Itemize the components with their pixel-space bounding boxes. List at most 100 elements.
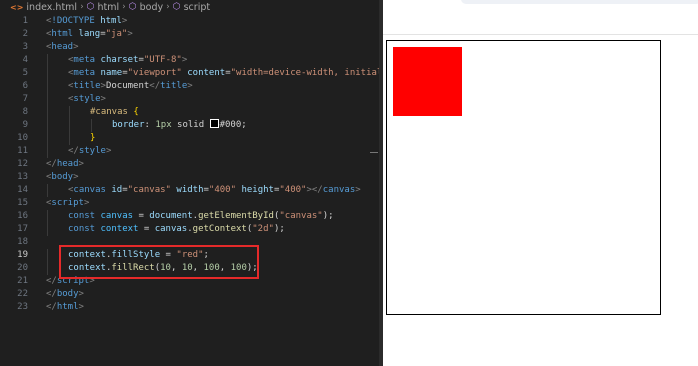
code-token: style — [78, 146, 106, 156]
line-number: 21 — [17, 276, 28, 286]
code-token: name — [100, 68, 123, 78]
address-bar[interactable] — [461, 0, 698, 4]
code-line[interactable]: 15 <script> — [0, 197, 380, 210]
code-line[interactable]: 1 <!DOCTYPE html> — [0, 15, 380, 28]
code-editor[interactable]: <> index.html › ⬡ html › ⬡ body › ⬡ script 1 <!DOCT… — [0, 0, 380, 366]
breadcrumb-item-body[interactable]: ⬡ body — [129, 2, 163, 13]
line-number: 8 — [22, 107, 28, 117]
code-token: "width=device-width, initial- — [230, 68, 380, 78]
code-token: { — [133, 107, 139, 117]
indent-guide — [47, 93, 48, 106]
code-token: </ — [68, 146, 79, 156]
code-text: </head> — [46, 158, 84, 171]
code-line[interactable]: 13 <body> — [0, 171, 380, 184]
code-token: const — [68, 224, 96, 234]
code-token: width — [176, 185, 204, 195]
line-number: 18 — [17, 237, 28, 247]
code-text: #canvas { — [90, 106, 139, 119]
line-number: 11 — [17, 146, 28, 156]
code-line[interactable]: 10} — [0, 132, 380, 145]
code-line[interactable]: 11 </style> — [0, 145, 380, 158]
code-token: ); — [273, 224, 285, 234]
code-token: </ — [311, 185, 323, 195]
code-token: "2d" — [252, 224, 274, 234]
indent-guide — [47, 67, 48, 80]
code-token: html — [51, 29, 74, 39]
code-line[interactable]: 16 const canvas = document.getElementById… — [0, 210, 380, 223]
line-number: 14 — [17, 185, 28, 195]
code-line[interactable]: 14 <canvas id="canvas" width="400" height… — [0, 184, 380, 197]
line-number: 3 — [22, 42, 28, 52]
code-text: <canvas id="canvas" width="400" height="… — [68, 184, 361, 197]
code-token: title — [160, 81, 188, 91]
code-token: > — [187, 81, 193, 91]
indent-guide — [47, 262, 48, 275]
code-text: <!DOCTYPE html> — [46, 15, 127, 28]
code-token: "ja" — [105, 29, 128, 39]
code-token: canvas — [154, 224, 188, 234]
red-filled-rectangle — [392, 46, 462, 116]
code-token: Document — [105, 81, 150, 91]
code-token: > — [127, 29, 133, 39]
code-token: > — [78, 289, 84, 299]
code-token: head — [56, 159, 79, 169]
breadcrumb-label: body — [139, 1, 164, 13]
code-line[interactable]: 22 </body> — [0, 288, 380, 301]
scrollbar-marker[interactable] — [370, 152, 378, 153]
breadcrumb-item-html[interactable]: ⬡ html — [87, 2, 120, 13]
code-token: canvas — [73, 185, 106, 195]
code-token: > — [73, 42, 79, 52]
breadcrumb-item-index-html[interactable]: <> index.html — [10, 2, 77, 13]
code-token: solid — [171, 120, 210, 130]
code-token: = — [138, 224, 155, 234]
indent-guide — [47, 132, 48, 145]
line-number: 22 — [17, 289, 28, 299]
breadcrumb-label: script — [183, 1, 211, 13]
code-line[interactable]: 6 <title>Document</title> — [0, 80, 380, 93]
rendered-canvas — [386, 40, 661, 315]
code-line[interactable]: 7 <style> — [0, 93, 380, 106]
code-line[interactable]: 17 const context = canvas.getContext("2d"… — [0, 223, 380, 236]
code-line[interactable]: 2 <html lang="ja"> — [0, 28, 380, 41]
code-token: document — [149, 211, 193, 221]
line-number: 2 — [22, 29, 28, 39]
code-token: </ — [46, 289, 57, 299]
line-number: 4 — [22, 55, 28, 65]
code-token: id — [111, 185, 123, 195]
indent-guide — [69, 119, 70, 132]
code-line[interactable]: 9 border: 1px solid #000; — [0, 119, 380, 132]
code-token: charset — [100, 55, 139, 65]
code-token: height — [241, 185, 274, 195]
line-number: 1 — [22, 16, 28, 26]
code-token: #000; — [219, 120, 247, 130]
indent-guide — [47, 249, 48, 262]
code-line[interactable]: 23 </html> — [0, 301, 380, 314]
code-token: "400" — [279, 185, 307, 195]
code-token: > — [181, 55, 188, 65]
code-token: > — [121, 16, 128, 26]
code-text: </style> — [68, 145, 111, 158]
chevron-right-icon: › — [80, 2, 84, 12]
indent-guide — [69, 106, 70, 119]
code-token: getElementById — [198, 211, 274, 221]
code-token: border — [112, 120, 145, 130]
code-token: script — [51, 198, 84, 208]
code-token: : — [144, 120, 156, 130]
code-line[interactable]: 8 #canvas { — [0, 106, 380, 119]
code-text: } — [90, 132, 95, 145]
code-token: = — [133, 211, 150, 221]
indent-guide — [47, 223, 48, 236]
line-number: 17 — [17, 224, 28, 234]
code-token: > — [73, 172, 79, 182]
breadcrumb-item-script[interactable]: ⬡ script — [173, 2, 210, 13]
code-line[interactable]: 4 <meta charset="UTF-8"> — [0, 54, 380, 67]
indent-guide — [47, 54, 48, 67]
code-line[interactable]: 12 </head> — [0, 158, 380, 171]
code-token: html — [56, 302, 79, 312]
code-line[interactable]: 3 <head> — [0, 41, 380, 54]
code-token: > — [355, 185, 361, 195]
code-line[interactable]: 5 <meta name="viewport" content="width=de… — [0, 67, 380, 80]
indent-guide — [47, 145, 48, 158]
color-swatch-icon — [209, 119, 219, 128]
code-token: canvas — [100, 211, 134, 221]
